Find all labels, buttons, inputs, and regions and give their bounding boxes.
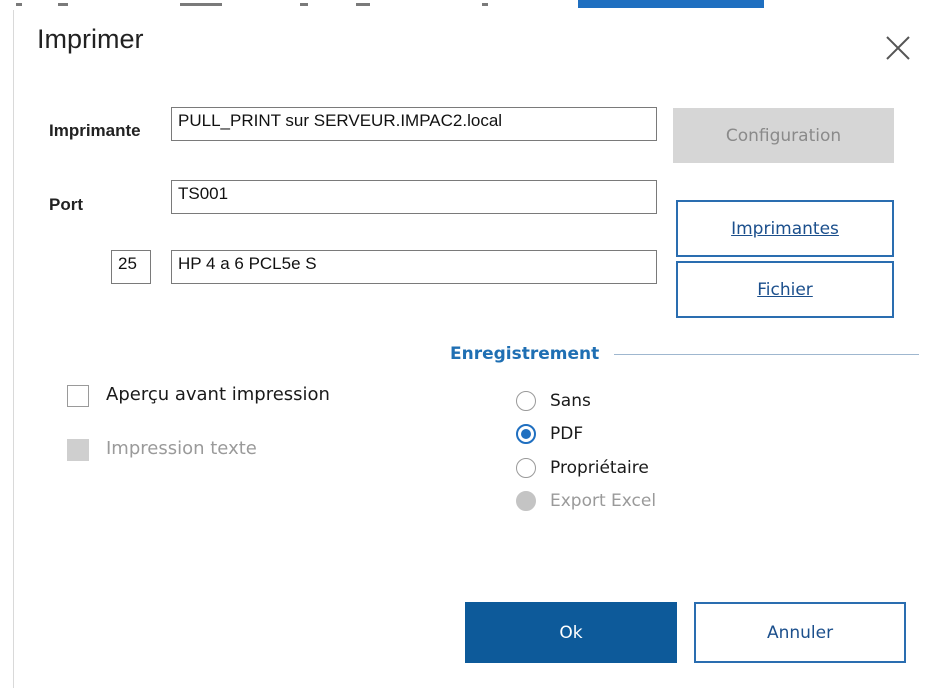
radio-proprietaire-label: Propriétaire: [550, 458, 649, 478]
background-fragment: [482, 3, 488, 6]
printer-label: Imprimante: [49, 121, 141, 140]
radio-sans-label: Sans: [550, 391, 591, 411]
configuration-button[interactable]: Configuration: [673, 108, 894, 163]
port-label: Port: [49, 195, 83, 214]
text-print-label: Impression texte: [106, 438, 257, 459]
radio-export-excel[interactable]: [516, 491, 536, 511]
dialog-title: Imprimer: [37, 24, 144, 54]
background-window-strip: [0, 0, 933, 10]
port-field[interactable]: TS001: [171, 180, 657, 214]
print-dialog: Imprimer Imprimante PULL_PRINT sur SERVE…: [13, 10, 933, 688]
background-fragment: [356, 3, 370, 6]
configuration-button-label: Configuration: [725, 125, 842, 146]
background-fragment: [300, 3, 308, 6]
radio-pdf[interactable]: [516, 424, 536, 444]
printers-button-label: Imprimantes: [731, 218, 839, 239]
preview-label: Aperçu avant impression: [106, 384, 330, 405]
recording-group-divider: [614, 354, 919, 355]
background-blue-bar: [578, 0, 764, 8]
radio-export-excel-label: Export Excel: [550, 491, 657, 511]
file-button-label: Fichier: [757, 279, 813, 300]
radio-proprietaire[interactable]: [516, 458, 536, 478]
recording-group-title: Enregistrement: [450, 344, 600, 364]
preview-checkbox[interactable]: [67, 385, 89, 407]
background-fragment: [180, 3, 222, 6]
close-icon[interactable]: [882, 32, 914, 64]
printer-field[interactable]: PULL_PRINT sur SERVEUR.IMPAC2.local: [171, 107, 657, 141]
background-window: [0, 0, 12, 688]
background-fragment: [58, 3, 68, 6]
ok-button-label: Ok: [559, 622, 583, 643]
text-print-checkbox[interactable]: [67, 439, 89, 461]
file-button[interactable]: Fichier: [676, 261, 894, 318]
cancel-button-label: Annuler: [766, 622, 834, 643]
radio-sans[interactable]: [516, 391, 536, 411]
ok-button[interactable]: Ok: [465, 602, 677, 663]
printer-number-field[interactable]: 25: [111, 250, 151, 284]
printers-button[interactable]: Imprimantes: [676, 200, 894, 257]
cancel-button[interactable]: Annuler: [694, 602, 906, 663]
printer-model-field[interactable]: HP 4 a 6 PCL5e S: [171, 250, 657, 284]
radio-pdf-label: PDF: [550, 424, 584, 444]
background-fragment: [16, 3, 22, 6]
